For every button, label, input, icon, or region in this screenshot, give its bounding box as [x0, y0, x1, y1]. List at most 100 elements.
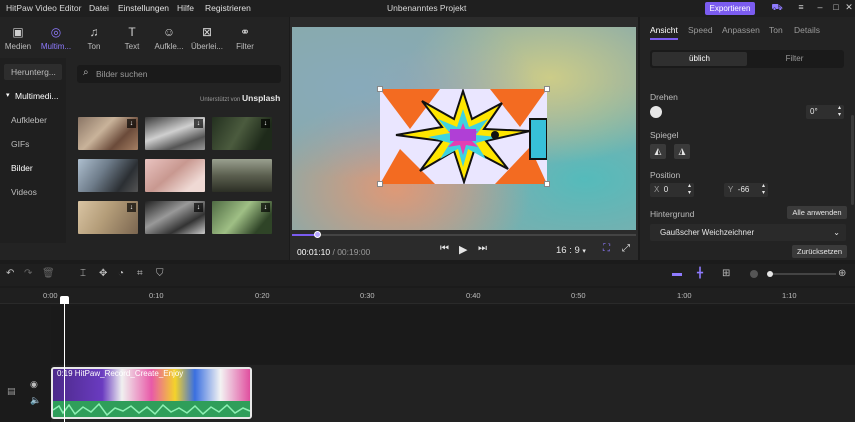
segment-ueblich[interactable]: üblich [652, 52, 747, 66]
tab-ton[interactable]: ♫ Ton [77, 25, 111, 51]
aspect-ratio-select[interactable]: 16 : 9 ▾ [556, 245, 586, 256]
tab-anpassen[interactable]: Anpassen [722, 25, 760, 35]
menu-icon[interactable]: ≡ [794, 2, 808, 15]
tab-details[interactable]: Details [794, 25, 820, 35]
maximize-icon[interactable]: □ [829, 2, 843, 15]
minimize-icon[interactable]: – [813, 2, 827, 15]
download-icon[interactable]: ↓ [194, 203, 203, 212]
sidebar-item-gifs[interactable]: GIFs [4, 136, 62, 152]
tab-filter[interactable]: ⚭ Filter [228, 25, 262, 51]
overlay-track[interactable] [51, 306, 855, 364]
resize-handle-tl[interactable] [377, 86, 383, 92]
image-thumbnail[interactable] [78, 159, 138, 192]
apply-all-button[interactable]: Alle anwenden [787, 206, 847, 219]
download-icon[interactable]: ↓ [261, 203, 270, 212]
next-frame-icon[interactable]: ⏭ [478, 243, 487, 254]
search-input[interactable]: ⌕ Bilder suchen [77, 65, 281, 83]
panel-scrollbar[interactable] [851, 115, 854, 205]
image-thumbnail[interactable]: ↓ [145, 201, 205, 234]
tab-ton[interactable]: Ton [769, 25, 783, 35]
tab-multimedia[interactable]: ◎ Multim... [39, 25, 73, 51]
menu-einstellungen[interactable]: Einstellungen [118, 3, 169, 13]
speaker-icon[interactable]: 🔈 [30, 395, 41, 406]
close-icon[interactable]: ✕ [842, 2, 855, 15]
tab-ueberleitung[interactable]: ⊠ Überlei... [190, 25, 224, 51]
resize-handle-bl[interactable] [377, 181, 383, 187]
tab-text[interactable]: T Text [115, 25, 149, 51]
image-thumbnail[interactable] [212, 159, 272, 192]
sidebar-item-heruntergeladen[interactable]: Herunterg... [4, 64, 62, 80]
rotate-input[interactable]: 0° ▴ ▾ [806, 105, 844, 119]
position-x-input[interactable]: X 0 ▴ ▾ [650, 183, 694, 197]
playhead-handle[interactable] [60, 296, 69, 304]
resize-handle-tr[interactable] [544, 86, 550, 92]
zoom-out-icon[interactable] [750, 270, 758, 278]
image-thumbnail[interactable] [145, 159, 205, 192]
sidebar-item-aufkleber[interactable]: Aufkleber [4, 112, 62, 128]
image-thumbnail[interactable]: ↓ [212, 117, 272, 150]
flip-horizontal-icon[interactable]: ◭ [650, 144, 666, 159]
zoom-in-icon[interactable]: ⊕ [838, 268, 846, 279]
background-select[interactable]: Gaußscher Weichzeichner ⌄ [650, 224, 846, 241]
download-icon[interactable]: ↓ [127, 203, 136, 212]
download-icon[interactable]: ↓ [194, 119, 203, 128]
redo-icon[interactable]: ↷ [24, 268, 32, 279]
transform-icon[interactable]: ✥ [99, 268, 107, 279]
delete-icon[interactable]: 🗑 [42, 268, 55, 279]
tab-aufkleber[interactable]: ☺ Aufkle... [152, 25, 186, 51]
prev-frame-icon[interactable]: ⏮ [440, 243, 449, 254]
sidebar-item-bilder[interactable]: Bilder [4, 160, 62, 176]
image-thumbnail[interactable]: ↓ [145, 117, 205, 150]
stepper-arrows-icon[interactable]: ▴ ▾ [688, 183, 691, 197]
image-thumbnail[interactable]: ↓ [212, 201, 272, 234]
flip-vertical-icon[interactable]: ◮ [674, 144, 690, 159]
snap-icon[interactable]: ▬ [672, 268, 682, 279]
ruler-tick: 0:30 [360, 291, 375, 300]
crop-tool-icon[interactable]: ⌗ [137, 268, 143, 279]
resize-handle-br[interactable] [544, 181, 550, 187]
tab-label: Überlei... [190, 42, 223, 51]
undo-icon[interactable]: ↶ [6, 268, 14, 279]
stepper-arrows-icon[interactable]: ▴ ▾ [838, 105, 841, 119]
magnet-icon[interactable]: ╋ [697, 268, 703, 279]
play-icon[interactable]: ▶ [459, 243, 467, 256]
cart-icon[interactable]: ⛟ [770, 2, 784, 15]
image-thumbnail[interactable]: ↓ [78, 201, 138, 234]
download-icon[interactable]: ↓ [261, 119, 270, 128]
mirror-label: Spiegel [650, 130, 679, 140]
freeze-icon[interactable]: ⛉ [156, 268, 164, 279]
sidebar-label: Multimedi... [15, 91, 59, 101]
export-button[interactable]: Exportieren [705, 2, 755, 15]
position-y-input[interactable]: Y -66 ▴ ▾ [724, 183, 768, 197]
fullscreen-icon[interactable]: ⤢ [622, 243, 630, 254]
clip-label: 0:19 HitPaw_Record_Create_Enjoy [57, 369, 184, 378]
tab-medien[interactable]: ▣ Medien [1, 25, 35, 51]
image-thumbnail[interactable]: ↓ [78, 117, 138, 150]
crop-icon[interactable]: ⛶ [603, 243, 610, 254]
eye-icon[interactable]: ◉ [30, 379, 38, 390]
tab-ansicht[interactable]: Ansicht [650, 25, 678, 35]
zoom-slider[interactable] [767, 271, 836, 277]
menu-registrieren[interactable]: Registrieren [205, 3, 251, 13]
reset-button[interactable]: Zurücksetzen [792, 245, 847, 258]
scrubber-knob[interactable] [313, 231, 321, 238]
active-tab-indicator [650, 38, 678, 40]
timeline-ruler[interactable] [0, 288, 855, 304]
rotate-dial[interactable] [650, 106, 662, 118]
segment-filter[interactable]: Filter [747, 52, 842, 66]
tab-label: Filter [236, 42, 254, 51]
sidebar-item-videos[interactable]: Videos [4, 184, 62, 200]
download-icon[interactable]: ↓ [127, 119, 136, 128]
preview-scrubber[interactable] [292, 231, 636, 238]
sidebar-item-multimedia[interactable]: ▾ Multimedi... [4, 88, 62, 104]
fit-timeline-icon[interactable]: ⊞ [722, 268, 730, 279]
zoom-slider-knob[interactable] [767, 271, 773, 277]
video-frame[interactable] [380, 89, 547, 184]
menu-datei[interactable]: Datei [89, 3, 109, 13]
stepper-arrows-icon[interactable]: ▴ ▾ [762, 183, 765, 197]
split-icon[interactable]: ⌶ [80, 268, 86, 279]
playhead-line[interactable] [64, 297, 65, 422]
menu-hilfe[interactable]: Hilfe [177, 3, 194, 13]
speed-icon[interactable]: ◔ [118, 268, 124, 279]
tab-speed[interactable]: Speed [688, 25, 713, 35]
